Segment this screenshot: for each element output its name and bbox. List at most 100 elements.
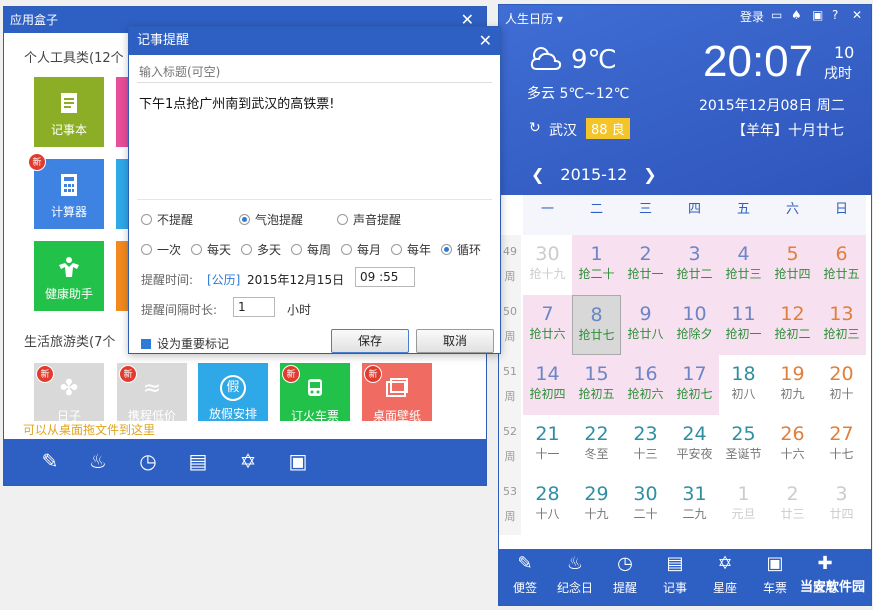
day-number: 13	[829, 303, 854, 325]
skin-icon[interactable]: ♠	[791, 8, 802, 22]
day-cell[interactable]: 4 抢廿三	[719, 235, 768, 295]
radio-label: 每年	[407, 243, 432, 257]
day-cell[interactable]: 6 抢廿五	[817, 235, 866, 295]
radio-bubble-remind[interactable]: 气泡提醒	[239, 211, 303, 228]
tile-calculator[interactable]: 新 计算器	[28, 153, 104, 229]
calendar-app-title[interactable]: 人生日历 ▾	[505, 10, 563, 27]
radio-repeat-multiday[interactable]: 多天	[241, 241, 281, 258]
calendar-type-link[interactable]: [公历]	[207, 271, 240, 288]
day-cell[interactable]: 29 十九	[572, 475, 621, 535]
note-title-input[interactable]	[137, 61, 492, 83]
day-cell[interactable]: 23 十三	[621, 415, 670, 475]
tile-holiday[interactable]: 假 放假安排	[198, 363, 268, 421]
day-cell[interactable]: 12 抢初二	[768, 295, 817, 355]
next-month-icon[interactable]: ❯	[643, 165, 656, 184]
day-cell[interactable]: 30 抢十九	[523, 235, 572, 295]
toolbar-item-train[interactable]: ▣ 车票	[751, 553, 799, 596]
radio-repeat-once[interactable]: 一次	[141, 241, 181, 258]
day-cell[interactable]: 1 抢二十	[572, 235, 621, 295]
week-number: 50 周	[499, 295, 521, 355]
day-cell[interactable]: 24 平安夜	[670, 415, 719, 475]
refresh-icon[interactable]: ↻	[529, 120, 541, 136]
day-cell[interactable]: 8 抢廿七	[572, 295, 621, 355]
cancel-button[interactable]: 取消	[416, 329, 494, 353]
close-icon[interactable]: ✕	[852, 8, 862, 22]
day-cell[interactable]: 1 元旦	[719, 475, 768, 535]
day-cell[interactable]: 3 抢廿二	[670, 235, 719, 295]
day-cell[interactable]: 20 初十	[817, 355, 866, 415]
prev-month-icon[interactable]: ❮	[531, 165, 544, 184]
clover-icon: ✤	[59, 376, 79, 401]
day-cell[interactable]: 9 抢廿八	[621, 295, 670, 355]
alarm-icon[interactable]: ◷	[134, 447, 162, 475]
day-lunar: 抢廿二	[676, 267, 713, 281]
week-number: 52 周	[499, 415, 521, 475]
radio-repeat-loop[interactable]: 循环	[441, 241, 481, 258]
day-cell[interactable]: 31 二九	[670, 475, 719, 535]
day-cell[interactable]: 30 二十	[621, 475, 670, 535]
day-cell[interactable]: 26 十六	[768, 415, 817, 475]
save-button[interactable]: 保存	[331, 329, 409, 353]
day-lunar: 十九	[584, 507, 609, 521]
day-cell[interactable]: 2 抢廿一	[621, 235, 670, 295]
remind-date[interactable]: 2015年12月15日	[247, 271, 344, 288]
day-number: 19	[780, 363, 805, 385]
important-checkbox[interactable]: 设为重要标记	[141, 335, 229, 352]
day-cell[interactable]: 19 初九	[768, 355, 817, 415]
day-cell[interactable]: 3 廿四	[817, 475, 866, 535]
day-cell[interactable]: 25 圣诞节	[719, 415, 768, 475]
day-cell[interactable]: 13 抢初三	[817, 295, 866, 355]
tile-train-ticket[interactable]: 新 订火车票	[280, 363, 350, 421]
note-body-textarea[interactable]: 下午1点抢广州南到武汉的高铁票!	[137, 87, 492, 197]
star-of-david-icon[interactable]: ✡	[234, 447, 262, 475]
close-icon[interactable]: ✕	[479, 27, 492, 55]
tile-ctrip[interactable]: 新 ≈ 携程低价	[117, 363, 187, 421]
day-cell[interactable]: 17 抢初七	[670, 355, 719, 415]
day-cell[interactable]: 11 抢初一	[719, 295, 768, 355]
radio-repeat-monthly[interactable]: 每月	[341, 241, 381, 258]
day-lunar: 廿四	[829, 507, 854, 521]
day-cell[interactable]: 10 抢除夕	[670, 295, 719, 355]
day-cell[interactable]: 28 十八	[523, 475, 572, 535]
tile-notepad[interactable]: 记事本	[34, 77, 104, 147]
radio-repeat-yearly[interactable]: 每年	[391, 241, 431, 258]
train-icon[interactable]: ▣	[284, 447, 312, 475]
day-cell[interactable]: 15 抢初五	[572, 355, 621, 415]
week-suffix: 周	[504, 270, 516, 283]
interval-input[interactable]: 1	[233, 297, 275, 317]
day-cell[interactable]: 18 初八	[719, 355, 768, 415]
radio-repeat-weekly[interactable]: 每周	[291, 241, 331, 258]
toolbar-item-edit[interactable]: ✎ 便签	[501, 553, 549, 596]
day-cell[interactable]: 16 抢初六	[621, 355, 670, 415]
edit-icon[interactable]: ✎	[36, 447, 64, 475]
day-cell[interactable]: 7 抢廿六	[523, 295, 572, 355]
day-cell[interactable]: 22 冬至	[572, 415, 621, 475]
radio-sound-remind[interactable]: 声音提醒	[337, 211, 401, 228]
day-cell[interactable]: 2 廿三	[768, 475, 817, 535]
help-icon[interactable]: ?	[832, 8, 838, 22]
login-link[interactable]: 登录	[740, 8, 764, 25]
cake-icon[interactable]: ♨	[84, 447, 112, 475]
toolbar-item-star-of-david[interactable]: ✡ 星座	[701, 553, 749, 596]
tile-fitness[interactable]: 健康助手	[34, 241, 104, 311]
lock-icon[interactable]: ▣	[812, 8, 823, 22]
toolbar-item-cake[interactable]: ♨ 纪念日	[551, 553, 599, 596]
chat-icon[interactable]: ▭	[771, 8, 782, 22]
tile-wallpaper[interactable]: 新 桌面壁纸	[362, 363, 432, 421]
toolbar-label: 记事	[662, 581, 687, 595]
radio-no-remind[interactable]: 不提醒	[141, 211, 193, 228]
city-name[interactable]: 武汉	[549, 120, 577, 140]
toolbar-item-note[interactable]: ▤ 记事	[651, 553, 699, 596]
toolbar-item-alarm[interactable]: ◷ 提醒	[601, 553, 649, 596]
day-cell[interactable]: 5 抢廿四	[768, 235, 817, 295]
day-cell[interactable]: 27 十七	[817, 415, 866, 475]
tile-rizi[interactable]: 新 ✤ 日子	[34, 363, 104, 421]
note-icon[interactable]: ▤	[184, 447, 212, 475]
remind-time-field[interactable]: 09 :55	[355, 267, 415, 287]
chevron-down-icon: ▾	[556, 12, 563, 26]
radio-repeat-daily[interactable]: 每天	[191, 241, 231, 258]
day-number: 1	[737, 483, 750, 505]
week-suffix: 周	[504, 390, 516, 403]
day-cell[interactable]: 21 十一	[523, 415, 572, 475]
day-cell[interactable]: 14 抢初四	[523, 355, 572, 415]
